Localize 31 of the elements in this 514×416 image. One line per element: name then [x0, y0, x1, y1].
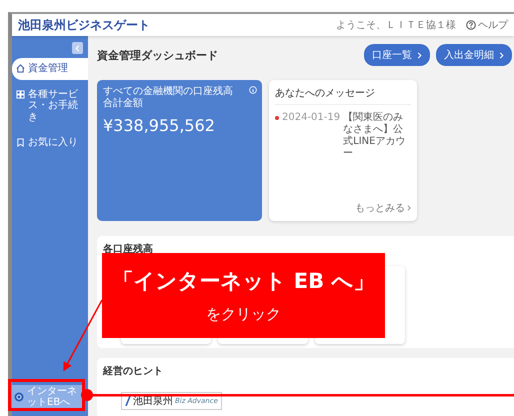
more-link[interactable]: もっとみる [355, 201, 405, 215]
info-icon [249, 86, 257, 94]
card-title: あなたへのメッセージ [275, 86, 411, 105]
sidebar-item[interactable]: 各種サービス・お手続き [12, 84, 88, 128]
chevron-left-icon [75, 44, 80, 52]
welcome-text: ようこそ、ＬＩＴＥ協１様 [336, 18, 456, 32]
help-link[interactable]: ヘルプ [466, 18, 508, 32]
home-icon [16, 64, 25, 73]
chevron-right-icon [407, 205, 411, 211]
chevron-right-icon [417, 52, 422, 58]
nav-button[interactable]: 口座一覧 [364, 44, 430, 66]
balance-amount: ¥338,955,562 [103, 116, 216, 135]
collapse-button[interactable] [72, 42, 83, 54]
logo-text: 池田泉州ビジネスゲート [18, 16, 151, 34]
callout-heading: 「インターネット EB へ」 [112, 268, 374, 295]
page-title: 資金管理ダッシュボード [97, 48, 218, 62]
message-link[interactable]: 【関東医のみなさまへ】公式LINEアカウー [343, 112, 411, 160]
nav-button[interactable]: 入出金明細 [436, 44, 512, 66]
help-icon [466, 20, 476, 30]
message-date: 2024-01-19 [282, 112, 340, 124]
panel-title: 各口座残高 [103, 242, 154, 256]
sidebar-item[interactable]: お気に入り [12, 132, 88, 154]
brand-name: 池田泉州 [133, 395, 173, 408]
chevron-right-icon [499, 52, 504, 58]
grid-icon [16, 90, 25, 98]
callout-instruction: をクリック [206, 305, 281, 324]
slash-icon [125, 396, 131, 406]
bookmark-icon [16, 138, 25, 147]
panel-title: 経営のヒント [103, 364, 164, 378]
sidebar-item[interactable]: 資金管理 [12, 58, 88, 80]
card-title: すべての金融機関の口座残高合計金額 [103, 86, 234, 110]
